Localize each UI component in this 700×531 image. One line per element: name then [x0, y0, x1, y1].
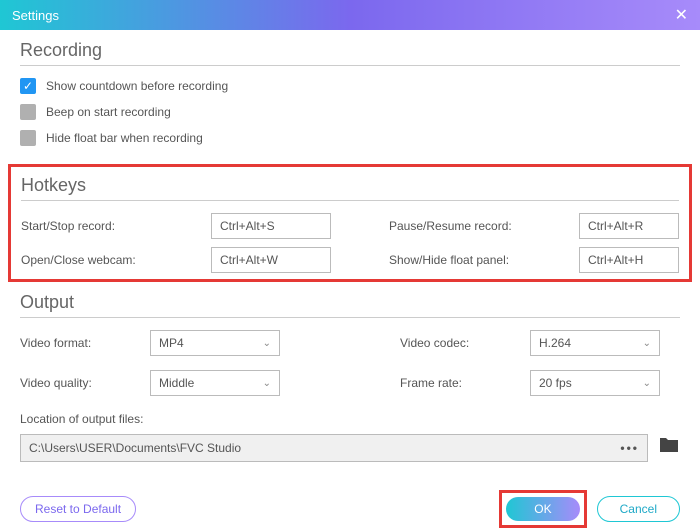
cancel-button[interactable]: Cancel — [597, 496, 680, 522]
recording-section-title: Recording — [20, 40, 680, 66]
chevron-down-icon: ⌄ — [643, 338, 651, 349]
hotkey-float-panel-input[interactable]: Ctrl+Alt+H — [579, 247, 679, 273]
video-quality-select[interactable]: Middle⌄ — [150, 370, 280, 396]
close-icon[interactable]: ✕ — [675, 5, 688, 25]
titlebar: Settings ✕ — [0, 0, 700, 30]
chevron-down-icon: ⌄ — [263, 338, 271, 349]
checkbox-label: Hide float bar when recording — [46, 131, 203, 145]
checkbox-show-countdown[interactable] — [20, 78, 36, 94]
footer: Reset to Default OK Cancel — [0, 490, 700, 528]
location-path-input[interactable]: C:\Users\USER\Documents\FVC Studio ••• — [20, 434, 648, 462]
chevron-down-icon: ⌄ — [643, 378, 651, 389]
video-format-label: Video format: — [20, 336, 140, 350]
chevron-down-icon: ⌄ — [263, 378, 271, 389]
checkbox-label: Show countdown before recording — [46, 79, 228, 93]
more-icon[interactable]: ••• — [620, 441, 639, 455]
ok-button[interactable]: OK — [506, 497, 579, 521]
window-title: Settings — [12, 8, 59, 23]
frame-rate-label: Frame rate: — [400, 376, 520, 390]
checkbox-beep[interactable] — [20, 104, 36, 120]
checkbox-hide-floatbar[interactable] — [20, 130, 36, 146]
hotkey-start-stop-input[interactable]: Ctrl+Alt+S — [211, 213, 331, 239]
hotkeys-highlight: Hotkeys Start/Stop record: Ctrl+Alt+S Pa… — [8, 164, 692, 282]
hotkey-label: Start/Stop record: — [21, 219, 201, 233]
reset-button[interactable]: Reset to Default — [20, 496, 136, 522]
ok-highlight: OK — [499, 490, 586, 528]
video-quality-label: Video quality: — [20, 376, 140, 390]
frame-rate-select[interactable]: 20 fps⌄ — [530, 370, 660, 396]
location-label: Location of output files: — [20, 412, 680, 426]
hotkey-label: Show/Hide float panel: — [389, 253, 569, 267]
hotkey-label: Pause/Resume record: — [389, 219, 569, 233]
video-format-select[interactable]: MP4⌄ — [150, 330, 280, 356]
video-codec-label: Video codec: — [400, 336, 520, 350]
checkbox-row: Beep on start recording — [20, 104, 680, 120]
output-section-title: Output — [20, 292, 680, 318]
checkbox-row: Show countdown before recording — [20, 78, 680, 94]
hotkeys-section-title: Hotkeys — [21, 175, 679, 201]
video-codec-select[interactable]: H.264⌄ — [530, 330, 660, 356]
checkbox-row: Hide float bar when recording — [20, 130, 680, 146]
hotkey-webcam-input[interactable]: Ctrl+Alt+W — [211, 247, 331, 273]
hotkey-label: Open/Close webcam: — [21, 253, 201, 267]
folder-icon[interactable] — [658, 436, 680, 460]
checkbox-label: Beep on start recording — [46, 105, 171, 119]
hotkey-pause-resume-input[interactable]: Ctrl+Alt+R — [579, 213, 679, 239]
